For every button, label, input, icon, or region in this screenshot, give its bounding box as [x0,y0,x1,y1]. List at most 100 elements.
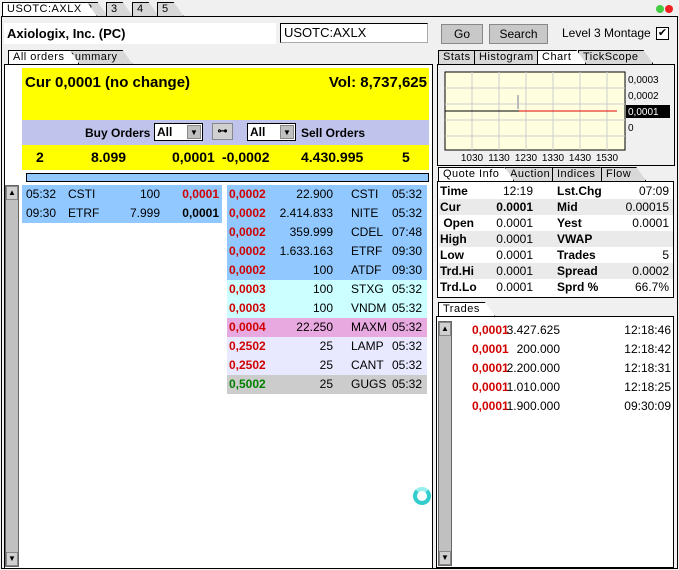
sell-order-row[interactable]: 0,2502 25 LAMP 05:32 [227,337,427,356]
x-tick-label: 1430 [569,153,592,164]
trades-scrollbar[interactable]: ▲ ▼ [438,321,452,566]
level3-montage-label: Level 3 Montage [562,26,651,40]
sell-order-row[interactable]: 0,0003 100 STXG 05:32 [227,280,427,299]
sell-order-row[interactable]: 0,0003 100 VNDM 05:32 [227,299,427,318]
buy-order-row[interactable]: 09:30 ETRF 7.999 0,0001 [22,204,222,223]
sell-size: 100 [312,282,333,296]
quote-value: 0.0001 [496,264,533,278]
sell-order-row[interactable]: 0,2502 25 CANT 05:32 [227,356,427,375]
sell-filter-value: All [250,125,266,139]
buy-filter-select[interactable]: All ▼ [154,123,203,141]
sell-size: 1.633.163 [279,244,333,258]
quote-value: 5 [662,248,669,262]
quote-value: 66.7% [634,280,669,294]
tab-quote-info[interactable]: Quote Info [438,167,514,181]
chevron-down-icon: ▼ [280,125,294,139]
buy-order-row[interactable]: 05:32 CSTI 100 0,0001 [22,185,222,204]
trade-price: 0,0001 [472,342,509,356]
sell-price: 0,5002 [229,377,266,391]
trade-time: 12:18:42 [624,342,671,356]
sell-order-row[interactable]: 0,0002 22.900 CSTI 05:32 [227,185,427,204]
trade-time: 12:18:31 [624,361,671,375]
sell-size: 25 [319,377,333,391]
sell-time: 05:32 [391,339,422,353]
scroll-up-icon[interactable]: ▲ [6,186,18,200]
quote-value: 0.0002 [632,264,669,278]
quote-label: Mid [557,200,578,214]
trade-price: 0,0001 [472,361,509,375]
sell-time: 05:32 [391,282,422,296]
tab-usotc-axlx[interactable]: USOTC:AXLX [2,2,97,16]
buy-count: 2 [36,149,44,165]
buy-volume: 8.099 [91,149,127,165]
trade-price: 0,0001 [472,323,509,337]
sell-mm: GUGS [351,377,387,391]
x-tick-label: 1530 [596,153,619,164]
trade-size: 200.000 [516,342,560,356]
sell-order-row[interactable]: 0,0002 2.414.833 NITE 05:32 [227,204,427,223]
sell-mm: MAXM [351,320,387,334]
red-close-icon[interactable] [665,5,673,13]
buy-size: 100 [139,187,160,201]
symbol-input[interactable]: USOTC:AXLX [280,23,428,43]
best-ask: -0,0002 [222,149,270,165]
sell-count: 5 [402,149,410,165]
tab-trades[interactable]: Trades [438,302,495,316]
sell-size: 25 [319,358,333,372]
trade-row: 0,0001 1.900.000 09:30:09 [455,397,672,416]
quote-info-panel: Time 12:19 Lst.Chg 07:09 Cur 0.0001 Mid 0.00015… [437,181,674,298]
buy-time: 05:32 [26,187,57,201]
quote-value: 0.0001 [496,232,533,246]
buy-mm: CSTI [68,187,96,201]
x-tick-label: 1330 [542,153,565,164]
price-chart: 1030 1130 1230 1330 1430 1530 0,0003 0,0002 0,00… [444,71,670,164]
sell-time: 05:32 [391,358,422,372]
sell-mm: VNDM [351,301,387,315]
tab-5[interactable]: 5 [157,2,184,16]
sell-mm: ATDF [351,263,382,277]
sell-time: 05:32 [391,187,422,201]
scroll-down-icon[interactable]: ▼ [439,551,451,565]
order-book-scrollbar[interactable]: ▲ ▼ [5,185,19,567]
y-tick-label: 0 [628,123,634,134]
quote-value: 0.00015 [625,200,669,214]
sell-price: 0,0002 [229,244,266,258]
sell-size: 25 [319,339,333,353]
level3-montage-checkbox[interactable]: ✔ [656,27,669,40]
sell-mm: CDEL [351,225,384,239]
tab-4[interactable]: 4 [132,2,159,16]
quote-label: Trades [557,248,596,262]
loading-spinner-icon [413,487,431,505]
tab-3[interactable]: 3 [106,2,133,16]
link-icon[interactable]: ⊶ [212,123,233,140]
trade-time: 09:30:09 [624,399,671,413]
green-status-icon[interactable] [656,5,664,13]
trade-row: 0,0001 1.010.000 12:18:25 [455,378,672,397]
sell-filter-select[interactable]: All ▼ [247,123,296,141]
scroll-down-icon[interactable]: ▼ [6,552,18,566]
sell-price: 0,0002 [229,225,266,239]
sell-order-row[interactable]: 0,5002 25 GUGS 05:32 [227,375,427,394]
quote-label: Trd.Lo [440,280,477,294]
book-summary: 2 8.099 0,0001 -0,0002 4.430.995 5 [22,145,429,170]
tab-all-orders[interactable]: All orders [8,50,79,64]
sell-order-row[interactable]: 0,0002 100 ATDF 09:30 [227,261,427,280]
buy-price: 0,0001 [182,187,219,201]
sell-time: 05:32 [391,377,422,391]
sell-time: 07:48 [391,225,422,239]
buy-size: 7.999 [129,206,160,220]
best-bid: 0,0001 [172,149,215,165]
sell-order-row[interactable]: 0,0002 1.633.163 ETRF 09:30 [227,242,427,261]
sell-orders-label: Sell Orders [301,126,366,140]
quote-row: Open 0.0001 Yest 0.0001 [439,215,673,231]
sell-order-row[interactable]: 0,0002 359.999 CDEL 07:48 [227,223,427,242]
sell-size: 359.999 [289,225,333,239]
tab-tickscope[interactable]: TickScope [578,50,653,64]
go-button[interactable]: Go [441,24,483,44]
trade-price: 0,0001 [472,380,509,394]
scroll-up-icon[interactable]: ▲ [439,322,451,336]
sell-mm: CSTI [351,187,379,201]
quote-value: 0.0001 [496,216,533,230]
sell-order-row[interactable]: 0,0004 22.250 MAXM 05:32 [227,318,427,337]
search-button[interactable]: Search [489,24,548,44]
